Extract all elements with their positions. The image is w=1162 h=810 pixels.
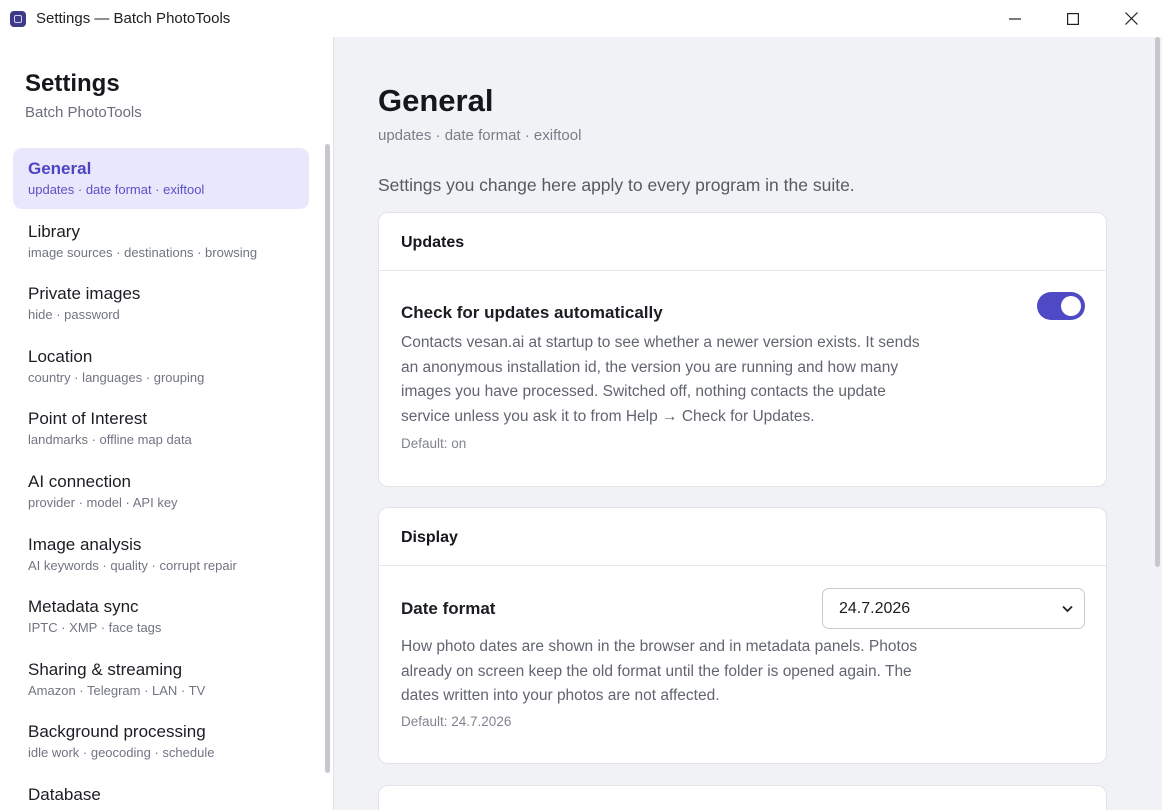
display-card: Display Date format 24.7.2026 How photo … (378, 507, 1107, 764)
sidebar-item-sub: country · languages · grouping (28, 369, 205, 385)
updates-heading: Updates (379, 213, 1106, 271)
auto-update-toggle[interactable] (1037, 292, 1085, 320)
main-content: General updates · date format · exiftool… (335, 37, 1162, 810)
sidebar-item-metadata-sync[interactable]: Metadata sync IPTC · XMP · face tags (13, 586, 309, 647)
sidebar-item-label: Private images (28, 284, 141, 304)
window-title: Settings — Batch PhotoTools (36, 10, 231, 27)
minimize-button[interactable] (986, 0, 1044, 37)
toggle-knob (1061, 296, 1081, 316)
sidebar-item-label: Sharing & streaming (28, 659, 183, 679)
sidebar-title: Settings (25, 70, 120, 97)
sidebar-item-library[interactable]: Library image sources · destinations · b… (13, 211, 309, 272)
date-format-select[interactable]: 24.7.2026 (822, 588, 1085, 629)
close-icon (1124, 12, 1138, 25)
sidebar-item-label: Background processing (28, 722, 206, 742)
date-format-description: How photo dates are shown in the browser… (401, 638, 918, 704)
page-intro: Settings you change here apply to every … (378, 175, 855, 195)
sidebar-item-label: Location (28, 346, 93, 366)
close-button[interactable] (1102, 0, 1160, 37)
sidebar-scrollbar[interactable] (325, 144, 330, 773)
sidebar-item-sub: Amazon · Telegram · LAN · TV (28, 682, 206, 698)
date-format-value: 24.7.2026 (839, 600, 911, 617)
sidebar-item-sub: landmarks · offline map data (28, 432, 192, 448)
sidebar-item-label: Database (28, 784, 101, 804)
exiftool-card (378, 785, 1107, 810)
sidebar-item-label: Library (28, 221, 80, 241)
auto-update-default: Default: on (401, 436, 467, 451)
sidebar-item-label: General (28, 159, 92, 178)
minimize-icon (1009, 17, 1021, 20)
sidebar-item-label: Point of Interest (28, 409, 148, 429)
sidebar-item-sharing-streaming[interactable]: Sharing & streaming Amazon · Telegram · … (13, 649, 309, 710)
sidebar-item-point-of-interest[interactable]: Point of Interest landmarks · offline ma… (13, 398, 309, 459)
sidebar-item-label: Image analysis (28, 534, 142, 554)
page-tags: updates · date format · exiftool (378, 127, 582, 144)
sidebar-item-sub: hide · password (28, 307, 120, 323)
sidebar-item-label: AI connection (28, 471, 132, 491)
sidebar: Settings Batch PhotoTools General update… (0, 37, 334, 810)
sidebar-item-ai-connection[interactable]: AI connection provider · model · API key (13, 461, 309, 522)
main-scrollbar[interactable] (1155, 37, 1160, 567)
updates-card: Updates Check for updates automatically … (378, 212, 1107, 487)
sidebar-item-image-analysis[interactable]: Image analysis AI keywords · quality · c… (13, 524, 309, 585)
sidebar-item-location[interactable]: Location country · languages · grouping (13, 336, 309, 397)
date-format-label: Date format (401, 599, 496, 618)
sidebar-item-general[interactable]: General updates · date format · exiftool (13, 148, 309, 209)
sidebar-item-sub: image sources · destinations · browsing (28, 244, 258, 260)
chevron-down-icon (1062, 605, 1073, 613)
maximize-button[interactable] (1044, 0, 1102, 37)
auto-update-label: Check for updates automatically (401, 303, 663, 322)
title-bar: Settings — Batch PhotoTools (0, 0, 1162, 37)
sidebar-item-sub: provider · model · API key (28, 494, 178, 510)
app-icon (10, 10, 26, 27)
sidebar-item-sub: AI keywords · quality · corrupt repair (28, 557, 237, 573)
sidebar-nav: General updates · date format · exiftool… (13, 148, 309, 810)
maximize-icon (1067, 12, 1079, 25)
sidebar-item-database[interactable]: Database (13, 774, 309, 810)
auto-update-description: Contacts vesan.ai at startup to see whet… (401, 334, 920, 425)
sidebar-item-sub: updates · date format · exiftool (28, 182, 205, 197)
sidebar-subtitle: Batch PhotoTools (25, 104, 142, 121)
page-title: General (378, 83, 494, 118)
sidebar-item-private-images[interactable]: Private images hide · password (13, 273, 309, 334)
date-format-default: Default: 24.7.2026 (401, 714, 512, 729)
sidebar-item-background-processing[interactable]: Background processing idle work · geocod… (13, 711, 309, 772)
sidebar-item-label: Metadata sync (28, 597, 139, 617)
sidebar-item-sub: IPTC · XMP · face tags (28, 620, 162, 636)
sidebar-item-sub: idle work · geocoding · schedule (28, 745, 215, 761)
display-heading: Display (379, 508, 1106, 566)
